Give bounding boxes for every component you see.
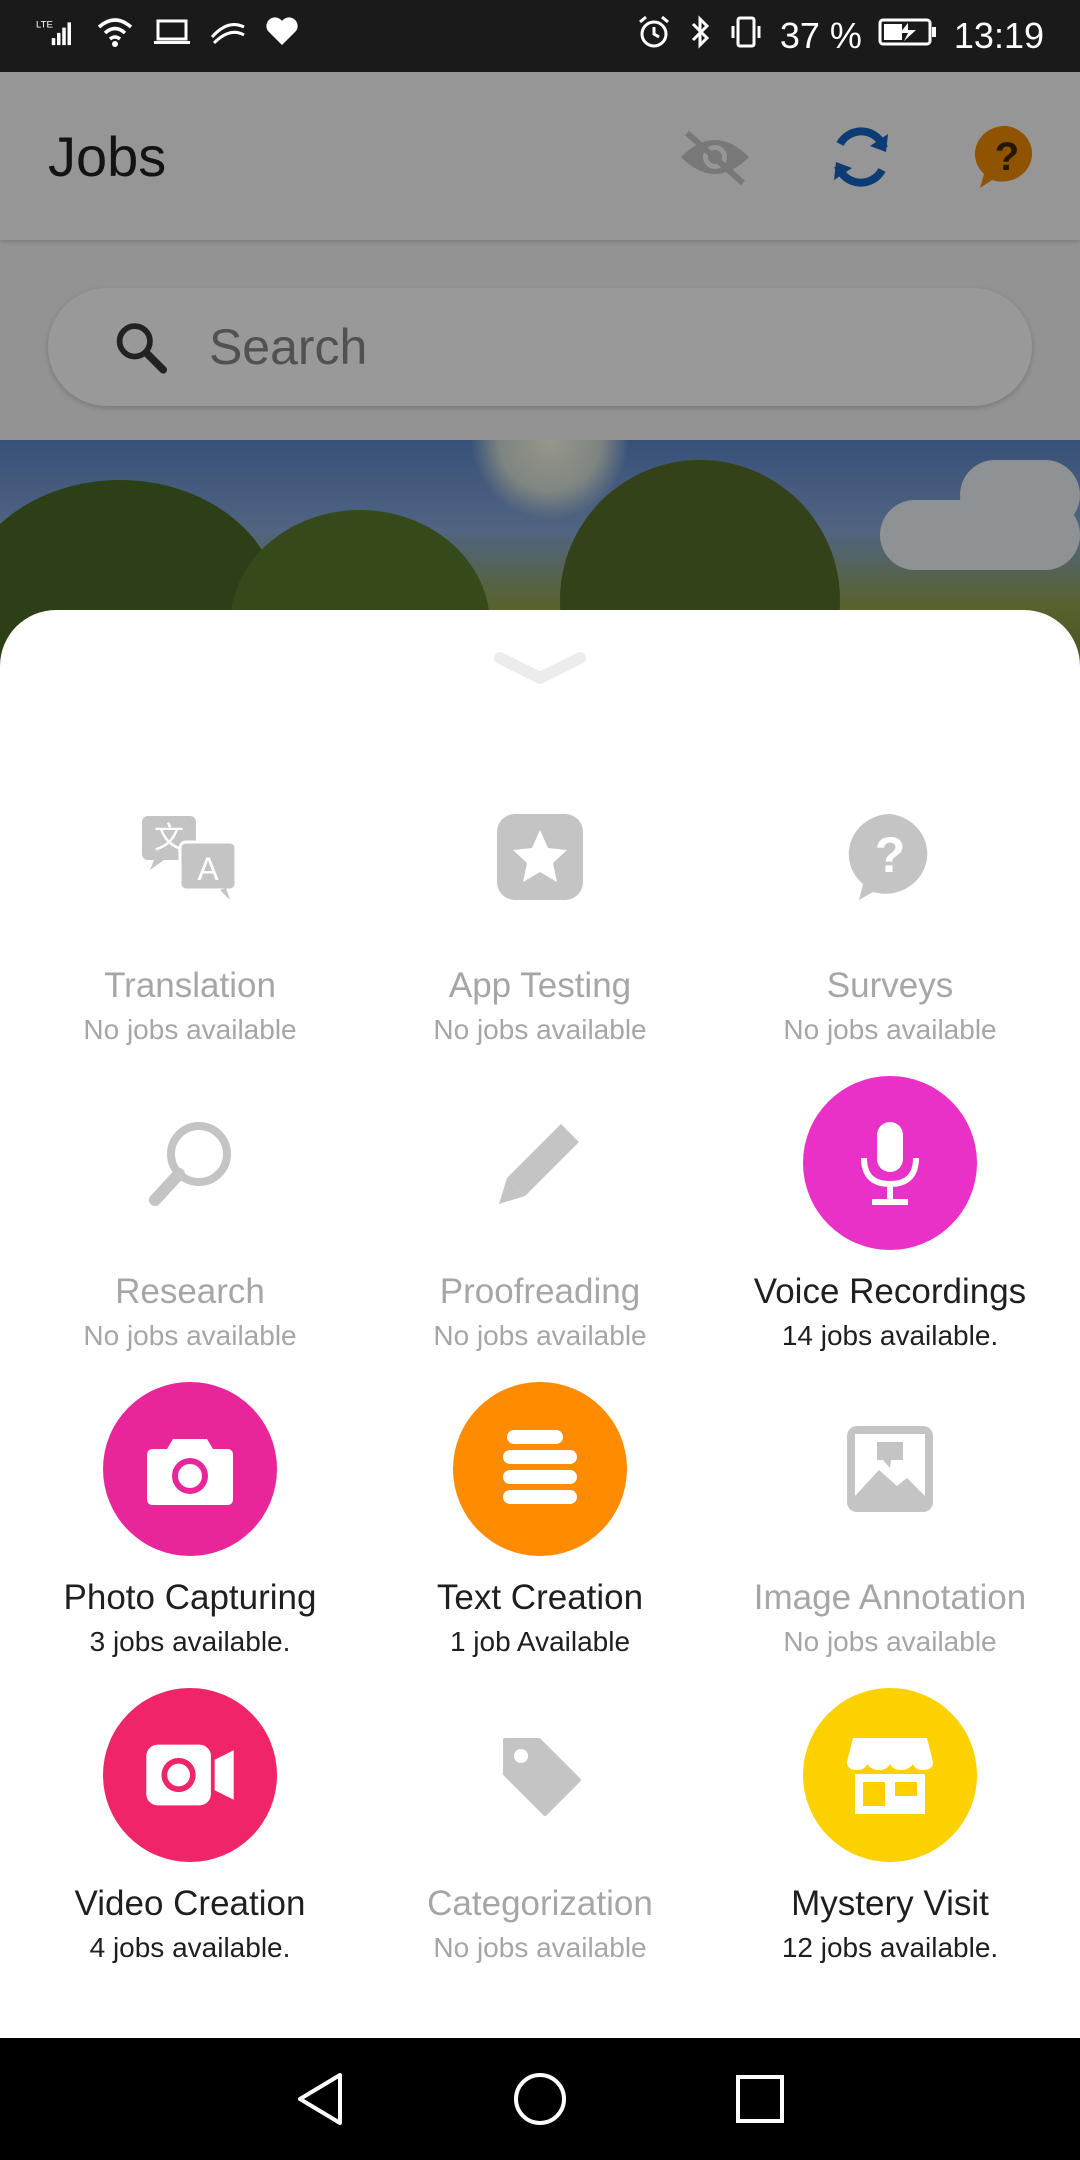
navigation-bar xyxy=(0,2038,1080,2160)
store-icon xyxy=(847,1738,933,1814)
home-button[interactable] xyxy=(495,2054,585,2144)
category-mystery-visit[interactable]: Mystery Visit 12 jobs available. xyxy=(715,1688,1065,1994)
category-count: 1 job Available xyxy=(449,1626,631,1657)
camera-icon xyxy=(147,1439,233,1505)
recents-button[interactable] xyxy=(715,2054,805,2144)
battery-icon xyxy=(878,15,938,58)
svg-text:?: ? xyxy=(875,827,906,883)
battery-percent: 37 % xyxy=(779,15,862,56)
category-count: No jobs available xyxy=(83,1014,297,1045)
magnifier-icon xyxy=(149,1122,231,1206)
microphone-icon xyxy=(861,1122,919,1205)
category-count: No jobs available xyxy=(433,1932,647,1963)
alarm-icon xyxy=(636,14,672,59)
network-label: LTE xyxy=(36,19,53,30)
category-badge xyxy=(103,1688,277,1862)
category-badge xyxy=(803,1076,977,1250)
category-count: 4 jobs available. xyxy=(89,1932,291,1963)
swiftkey-icon xyxy=(208,15,248,58)
category-count: No jobs available xyxy=(783,1626,997,1657)
back-button[interactable] xyxy=(275,2054,365,2144)
category-categorization[interactable]: Categorization No jobs available xyxy=(365,1688,715,1994)
svg-text:A: A xyxy=(197,851,219,887)
category-name: Photo Capturing xyxy=(63,1578,317,1617)
category-count: No jobs available xyxy=(433,1014,647,1045)
category-count: No jobs available xyxy=(83,1320,297,1351)
category-surveys[interactable]: ? Surveys No jobs available xyxy=(715,770,1065,1076)
translate-icon: 文 A xyxy=(142,816,238,900)
category-name: Voice Recordings xyxy=(753,1272,1027,1311)
category-photo-capturing[interactable]: Photo Capturing 3 jobs available. xyxy=(15,1382,365,1688)
category-name: Categorization xyxy=(427,1884,653,1923)
signal-icon: LTE xyxy=(36,15,78,58)
category-name: Translation xyxy=(104,966,276,1005)
category-count: 12 jobs available. xyxy=(781,1932,999,1963)
bluetooth-icon xyxy=(688,14,712,59)
vibrate-icon xyxy=(728,14,764,59)
chevron-down-icon[interactable] xyxy=(490,648,590,692)
category-name: Research xyxy=(115,1272,265,1311)
category-image-annotation[interactable]: Image Annotation No jobs available xyxy=(715,1382,1065,1688)
laptop-icon xyxy=(152,15,192,58)
back-icon xyxy=(298,2073,342,2125)
category-badge xyxy=(803,1688,977,1862)
category-name: Text Creation xyxy=(436,1578,644,1617)
tag-icon xyxy=(503,1738,581,1816)
category-name: Proofreading xyxy=(439,1272,641,1311)
category-count: No jobs available xyxy=(433,1320,647,1351)
wifi-icon xyxy=(94,15,136,58)
category-research[interactable]: Research No jobs available xyxy=(15,1076,365,1382)
category-name: Video Creation xyxy=(74,1884,306,1923)
pencil-icon xyxy=(499,1124,579,1204)
category-text-creation[interactable]: Text Creation 1 job Available xyxy=(365,1382,715,1688)
category-count: 3 jobs available. xyxy=(89,1626,291,1657)
recents-icon xyxy=(736,2075,784,2123)
category-translation[interactable]: 文 A Translation No jobs available xyxy=(15,770,365,1076)
category-name: Surveys xyxy=(826,966,954,1005)
home-icon xyxy=(514,2073,566,2125)
category-badge xyxy=(103,1382,277,1556)
category-count: No jobs available xyxy=(783,1014,997,1045)
text-lines-icon xyxy=(503,1430,577,1504)
clock: 13:19 xyxy=(953,15,1044,56)
category-proofreading[interactable]: Proofreading No jobs available xyxy=(365,1076,715,1382)
category-voice-recordings[interactable]: Voice Recordings 14 jobs available. xyxy=(715,1076,1065,1382)
category-count: 14 jobs available. xyxy=(781,1320,999,1351)
category-sheet: 文 A Translation No jobs available App Te… xyxy=(0,610,1080,2038)
image-annotation-icon xyxy=(847,1426,933,1512)
category-name: Image Annotation xyxy=(753,1578,1027,1617)
video-camera-icon xyxy=(146,1744,234,1806)
category-name: Mystery Visit xyxy=(791,1884,989,1923)
category-video-creation[interactable]: Video Creation 4 jobs available. xyxy=(15,1688,365,1994)
category-badge xyxy=(453,1382,627,1556)
category-grid: 文 A Translation No jobs available App Te… xyxy=(0,770,1080,1994)
star-icon xyxy=(497,814,583,900)
category-name: App Testing xyxy=(448,966,632,1005)
heart-icon xyxy=(264,15,300,58)
status-bar: LTE 37 % 13:19 xyxy=(0,0,1080,72)
question-icon: ? xyxy=(848,814,928,900)
category-app-testing[interactable]: App Testing No jobs available xyxy=(365,770,715,1076)
